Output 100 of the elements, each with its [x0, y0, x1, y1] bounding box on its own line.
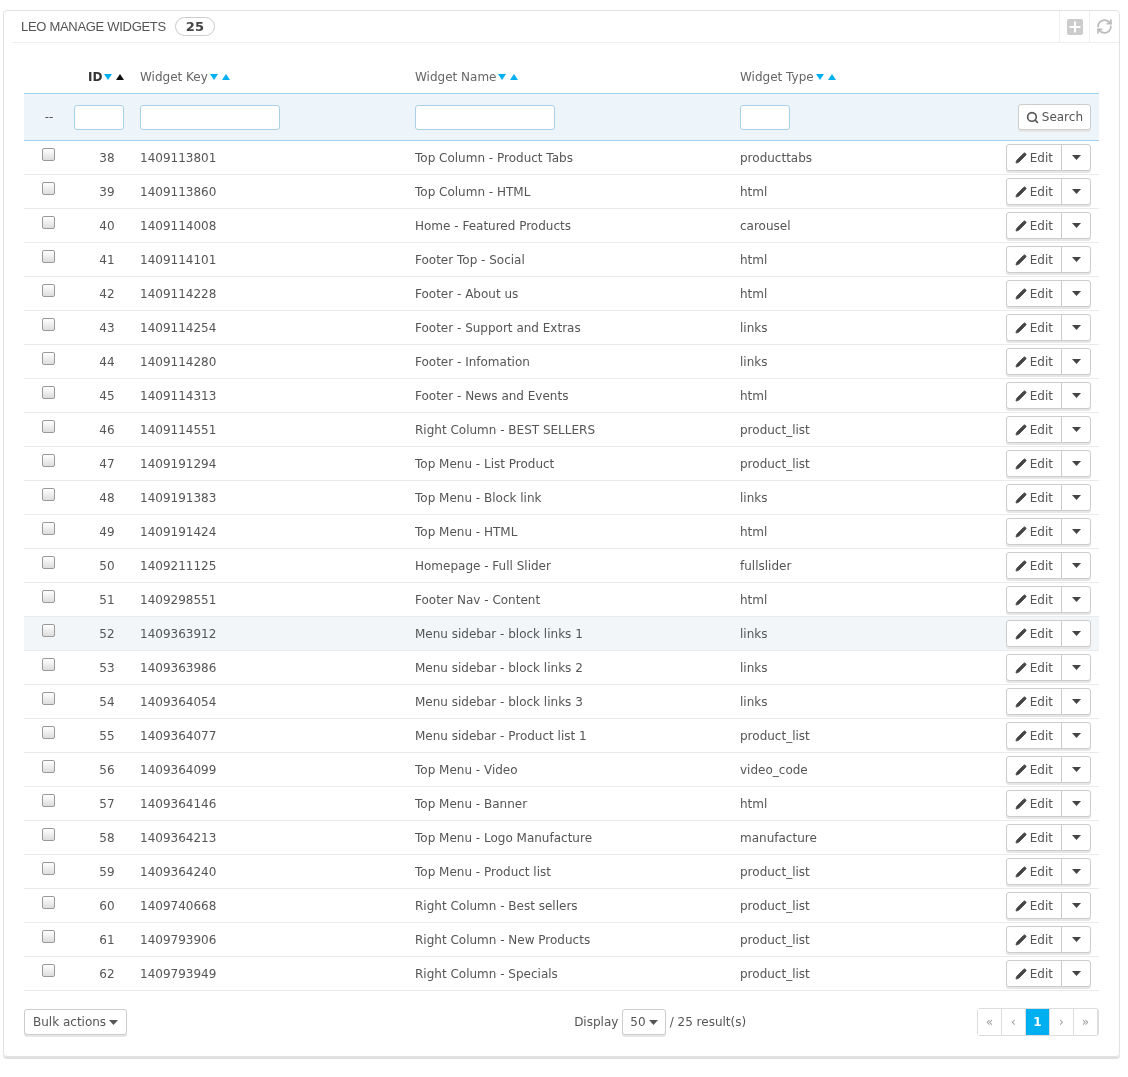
edit-button[interactable]: Edit — [1006, 145, 1062, 170]
key-cell-text: 1409364146 — [140, 796, 218, 811]
edit-button[interactable]: Edit — [1006, 655, 1062, 680]
id-cell-text: 58 — [98, 830, 116, 845]
edit-button[interactable]: Edit — [1006, 519, 1062, 544]
name-cell-text: Top Menu - Video — [415, 762, 519, 777]
id-cell-text: 45 — [98, 388, 116, 403]
edit-button[interactable]: Edit — [1006, 757, 1062, 782]
edit-button[interactable]: Edit — [1006, 451, 1062, 476]
name-cell-text: Footer - Infomation — [415, 354, 531, 369]
key-cell-text: 1409363986 — [140, 660, 218, 675]
edit-button[interactable]: Edit — [1006, 383, 1062, 408]
id-cell-text: 46 — [98, 422, 116, 437]
name-cell-text: Top Menu - Product list — [415, 864, 552, 879]
key-cell-text: 1409363912 — [140, 626, 218, 641]
id-cell-text: 50 — [98, 558, 116, 573]
type-cell-text: html — [740, 388, 769, 403]
name-cell-text: Top Menu - Logo Manufacture — [415, 830, 594, 845]
edit-button[interactable]: Edit — [1006, 213, 1062, 238]
name-cell-text: Home - Featured Products — [415, 218, 572, 233]
id-cell-text: 52 — [98, 626, 116, 641]
key-cell-text: 1409114101 — [140, 252, 218, 267]
type-cell-text: html — [740, 184, 769, 199]
key-cell-text: 1409113801 — [140, 150, 218, 165]
column-header[interactable]: Widget Key — [140, 70, 415, 84]
type-cell-text: links — [740, 694, 769, 709]
edit-button[interactable]: Edit — [1006, 587, 1062, 612]
key-cell-text: 1409364054 — [140, 694, 218, 709]
name-cell-text: Footer - News and Events — [415, 388, 570, 403]
key-cell-text: 1409114228 — [140, 286, 218, 301]
name-cell-text: Footer Nav - Content — [415, 592, 542, 607]
name-cell-text: Homepage - Full Slider — [415, 558, 552, 573]
search-button[interactable]: Search — [1017, 104, 1091, 130]
name-cell-text: Menu sidebar - block links 3 — [415, 694, 584, 709]
type-cell-text: carousel — [740, 218, 792, 233]
key-cell-text: 1409211125 — [140, 558, 218, 573]
type-cell-text: html — [740, 796, 769, 811]
column-header[interactable]: Widget Type — [740, 70, 1000, 84]
edit-button[interactable]: Edit — [1006, 621, 1062, 646]
name-cell-text: Right Column - Best sellers — [415, 898, 579, 913]
id-cell-text: 48 — [98, 490, 116, 505]
column-header[interactable]: ID — [74, 70, 140, 84]
key-cell-text: 1409191294 — [140, 456, 218, 471]
key-cell-text: 1409114551 — [140, 422, 218, 437]
type-cell-text: html — [740, 524, 769, 539]
name-cell-text: Footer Top - Social — [415, 252, 526, 267]
type-cell-text: links — [740, 354, 769, 369]
id-cell-text: 59 — [98, 864, 116, 879]
per-page-select[interactable]: 50 — [622, 1009, 666, 1035]
id-cell-text: 57 — [98, 796, 116, 811]
name-cell-text: Top Menu - Banner — [415, 796, 529, 811]
type-cell-text: html — [740, 252, 769, 267]
name-cell-text: Right Column - New Products — [415, 932, 592, 947]
name-cell-text: Top Menu - Block link — [415, 490, 543, 505]
type-cell-text: links — [740, 660, 769, 675]
id-cell-text: 62 — [98, 966, 116, 981]
type-cell-text: html — [740, 286, 769, 301]
id-cell-text: 60 — [98, 898, 116, 913]
edit-button[interactable]: Edit — [1006, 179, 1062, 204]
edit-button[interactable]: Edit — [1006, 485, 1062, 510]
type-cell-text: product_list — [740, 728, 811, 743]
id-cell-text: 61 — [98, 932, 116, 947]
id-cell-text: 51 — [98, 592, 116, 607]
type-cell-text: product_list — [740, 422, 811, 437]
edit-button[interactable]: Edit — [1006, 825, 1062, 850]
panel-title: LEO MANAGE WIDGETS — [21, 19, 166, 34]
id-cell-text: 43 — [98, 320, 116, 335]
column-header[interactable]: Widget Name — [415, 70, 740, 84]
edit-button[interactable]: Edit — [1006, 689, 1062, 714]
edit-button[interactable]: Edit — [1006, 859, 1062, 884]
type-cell-text: product_list — [740, 932, 811, 947]
edit-button[interactable]: Edit — [1006, 961, 1062, 986]
edit-button[interactable]: Edit — [1006, 927, 1062, 952]
name-cell-text: Top Column - Product Tabs — [415, 150, 574, 165]
edit-button[interactable]: Edit — [1006, 349, 1062, 374]
name-cell-text: Top Menu - HTML — [415, 524, 519, 539]
name-cell-text: Right Column - BEST SELLERS — [415, 422, 596, 437]
edit-button[interactable]: Edit — [1006, 893, 1062, 918]
name-cell-text: Menu sidebar - block links 1 — [415, 626, 584, 641]
edit-button[interactable]: Edit — [1006, 281, 1062, 306]
id-cell-text: 54 — [98, 694, 116, 709]
key-cell-text: 1409364213 — [140, 830, 218, 845]
type-cell-text: video_code — [740, 762, 809, 777]
edit-button[interactable]: Edit — [1006, 723, 1062, 748]
edit-button[interactable]: Edit — [1006, 791, 1062, 816]
id-cell-text: 44 — [98, 354, 116, 369]
key-cell-text: 1409364077 — [140, 728, 218, 743]
filter-dash: -- — [43, 110, 55, 124]
edit-button[interactable]: Edit — [1006, 553, 1062, 578]
key-cell-text: 1409114280 — [140, 354, 218, 369]
bulk-actions-button[interactable]: Bulk actions — [24, 1009, 128, 1035]
key-cell-text: 1409793906 — [140, 932, 218, 947]
key-cell-text: 1409113860 — [140, 184, 218, 199]
key-cell-text: 1409191424 — [140, 524, 218, 539]
key-cell-text: 1409793949 — [140, 966, 218, 981]
id-cell-text: 55 — [98, 728, 116, 743]
edit-button[interactable]: Edit — [1006, 417, 1062, 442]
edit-button[interactable]: Edit — [1006, 247, 1062, 272]
edit-button[interactable]: Edit — [1006, 315, 1062, 340]
id-cell-text: 56 — [98, 762, 116, 777]
